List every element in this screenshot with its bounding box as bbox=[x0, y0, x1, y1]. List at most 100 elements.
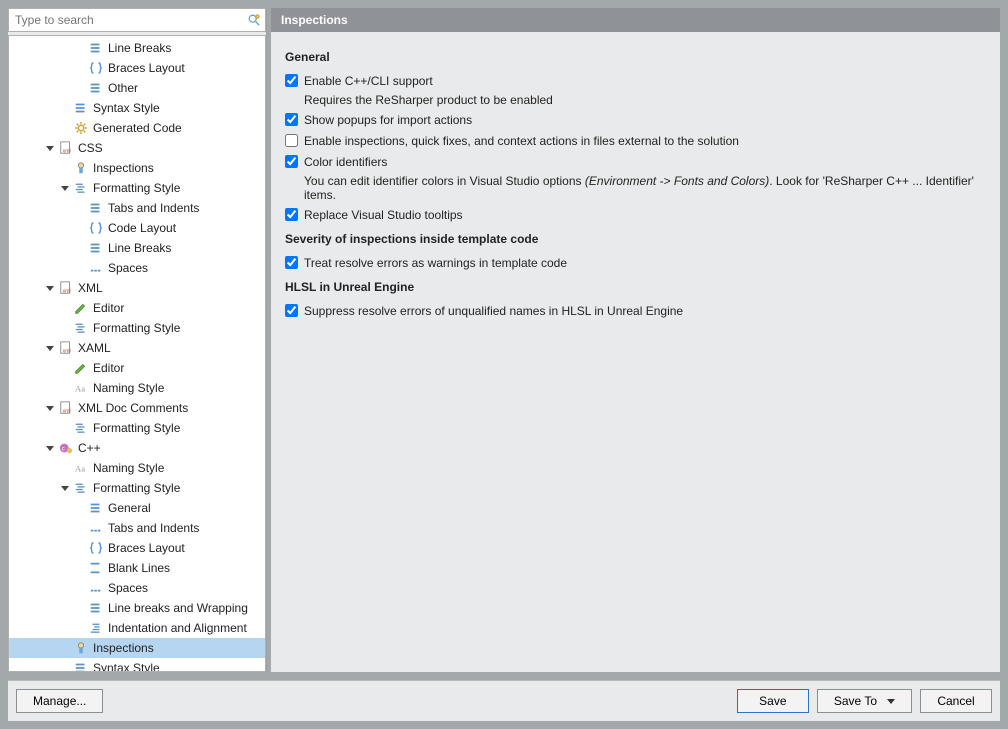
tree-item[interactable]: Formatting Style bbox=[9, 478, 265, 498]
tree-item-label: Tabs and Indents bbox=[108, 201, 199, 215]
tree-item[interactable]: Editor bbox=[9, 298, 265, 318]
tree-item[interactable]: Formatting Style bbox=[9, 318, 265, 338]
chevron-down-icon[interactable] bbox=[58, 181, 72, 195]
tree-item[interactable]: Blank Lines bbox=[9, 558, 265, 578]
inspect-icon bbox=[73, 160, 89, 176]
section-hlsl-title: HLSL in Unreal Engine bbox=[285, 280, 986, 294]
tree-item[interactable]: xmlXML bbox=[9, 278, 265, 298]
xml-icon: xml bbox=[58, 400, 74, 416]
tree-item[interactable]: xmlXML Doc Comments bbox=[9, 398, 265, 418]
pencil-icon bbox=[73, 300, 89, 316]
tree-item[interactable]: Braces Layout bbox=[9, 58, 265, 78]
tree-item[interactable]: Inspections bbox=[9, 158, 265, 178]
option-checkbox[interactable] bbox=[285, 256, 298, 269]
svg-text:Aa: Aa bbox=[75, 464, 85, 474]
section-severity-title: Severity of inspections inside template … bbox=[285, 232, 986, 246]
tree-item[interactable]: Formatting Style bbox=[9, 418, 265, 438]
tree-item[interactable]: Tabs and Indents bbox=[9, 518, 265, 538]
tree-item[interactable]: Generated Code bbox=[9, 118, 265, 138]
tree-item-label: Code Layout bbox=[108, 221, 176, 235]
cpp-icon: c bbox=[58, 440, 74, 456]
chevron-down-icon[interactable] bbox=[43, 341, 57, 355]
option-row: Color identifiers bbox=[285, 153, 986, 171]
option-checkbox[interactable] bbox=[285, 74, 298, 87]
manage-button[interactable]: Manage... bbox=[16, 689, 103, 713]
expander-spacer bbox=[73, 261, 87, 275]
tree-item-label: Line Breaks bbox=[108, 41, 171, 55]
chevron-down-icon[interactable] bbox=[43, 401, 57, 415]
save-to-label: Save To bbox=[834, 694, 877, 708]
fmt-icon bbox=[73, 420, 89, 436]
content-area: General Enable C++/CLI supportRequires t… bbox=[271, 32, 1000, 672]
tree-item-label: Inspections bbox=[93, 641, 154, 655]
tree-item[interactable]: Line Breaks bbox=[9, 38, 265, 58]
option-row: Enable C++/CLI support bbox=[285, 72, 986, 90]
save-button[interactable]: Save bbox=[737, 689, 809, 713]
list-icon bbox=[88, 600, 104, 616]
tree-item[interactable]: Tabs and Indents bbox=[9, 198, 265, 218]
option-checkbox[interactable] bbox=[285, 304, 298, 317]
option-checkbox[interactable] bbox=[285, 113, 298, 126]
tree-scroll[interactable]: Line BreaksBraces LayoutOtherSyntax Styl… bbox=[8, 35, 266, 672]
tree-item-label: Generated Code bbox=[93, 121, 182, 135]
tree-item-label: General bbox=[108, 501, 151, 515]
pencil-icon bbox=[73, 360, 89, 376]
tree-item[interactable]: General bbox=[9, 498, 265, 518]
cancel-button[interactable]: Cancel bbox=[920, 689, 992, 713]
search-input[interactable] bbox=[9, 9, 243, 31]
expander-spacer bbox=[58, 321, 72, 335]
inspect-icon bbox=[73, 640, 89, 656]
chevron-down-icon[interactable] bbox=[43, 141, 57, 155]
option-label: Enable C++/CLI support bbox=[304, 72, 433, 90]
tree-item-label: Editor bbox=[93, 301, 124, 315]
chevron-down-icon[interactable] bbox=[43, 281, 57, 295]
tree-item[interactable]: Braces Layout bbox=[9, 538, 265, 558]
save-to-button[interactable]: Save To bbox=[817, 689, 912, 713]
svg-text:xml: xml bbox=[63, 348, 71, 354]
tree-item[interactable]: c C++ bbox=[9, 438, 265, 458]
option-row: Suppress resolve errors of unqualified n… bbox=[285, 302, 986, 320]
option-checkbox[interactable] bbox=[285, 208, 298, 221]
tree-item[interactable]: Inspections bbox=[9, 638, 265, 658]
tree-item[interactable]: Line breaks and Wrapping bbox=[9, 598, 265, 618]
tree-item[interactable]: Syntax Style bbox=[9, 98, 265, 118]
expander-spacer bbox=[73, 501, 87, 515]
tree-item-label: Formatting Style bbox=[93, 421, 180, 435]
tree-item[interactable]: Editor bbox=[9, 358, 265, 378]
tree-item[interactable]: Spaces bbox=[9, 578, 265, 598]
tree-item[interactable]: Spaces bbox=[9, 258, 265, 278]
search-icon[interactable] bbox=[243, 9, 265, 31]
list-icon bbox=[88, 500, 104, 516]
tree-item-label: Tabs and Indents bbox=[108, 521, 199, 535]
tree-item-label: Formatting Style bbox=[93, 481, 180, 495]
tree-item[interactable]: Syntax Style bbox=[9, 658, 265, 672]
tree-item[interactable]: Code Layout bbox=[9, 218, 265, 238]
chevron-down-icon[interactable] bbox=[43, 441, 57, 455]
xaml-icon: xml bbox=[58, 340, 74, 356]
tree-item-label: Syntax Style bbox=[93, 661, 160, 672]
tree-item-label: C++ bbox=[78, 441, 101, 455]
option-row: Enable inspections, quick fixes, and con… bbox=[285, 132, 986, 150]
expander-spacer bbox=[58, 101, 72, 115]
tree-item[interactable]: Line Breaks bbox=[9, 238, 265, 258]
braces-icon bbox=[88, 540, 104, 556]
expander-spacer bbox=[58, 381, 72, 395]
option-checkbox[interactable] bbox=[285, 155, 298, 168]
expander-spacer bbox=[73, 241, 87, 255]
tree-item[interactable]: Other bbox=[9, 78, 265, 98]
chevron-down-icon[interactable] bbox=[58, 481, 72, 495]
option-label: Enable inspections, quick fixes, and con… bbox=[304, 132, 739, 150]
tree-item[interactable]: xmlCSS bbox=[9, 138, 265, 158]
option-checkbox[interactable] bbox=[285, 134, 298, 147]
expander-spacer bbox=[73, 541, 87, 555]
tree-item-label: Inspections bbox=[93, 161, 154, 175]
tree-item[interactable]: xmlXAML bbox=[9, 338, 265, 358]
tree-item[interactable]: AaNaming Style bbox=[9, 378, 265, 398]
chevron-down-icon bbox=[887, 699, 895, 704]
expander-spacer bbox=[73, 61, 87, 75]
tree-item[interactable]: AaNaming Style bbox=[9, 458, 265, 478]
tree-item[interactable]: Indentation and Alignment bbox=[9, 618, 265, 638]
option-label: Show popups for import actions bbox=[304, 111, 472, 129]
aa-icon: Aa bbox=[73, 460, 89, 476]
tree-item[interactable]: Formatting Style bbox=[9, 178, 265, 198]
